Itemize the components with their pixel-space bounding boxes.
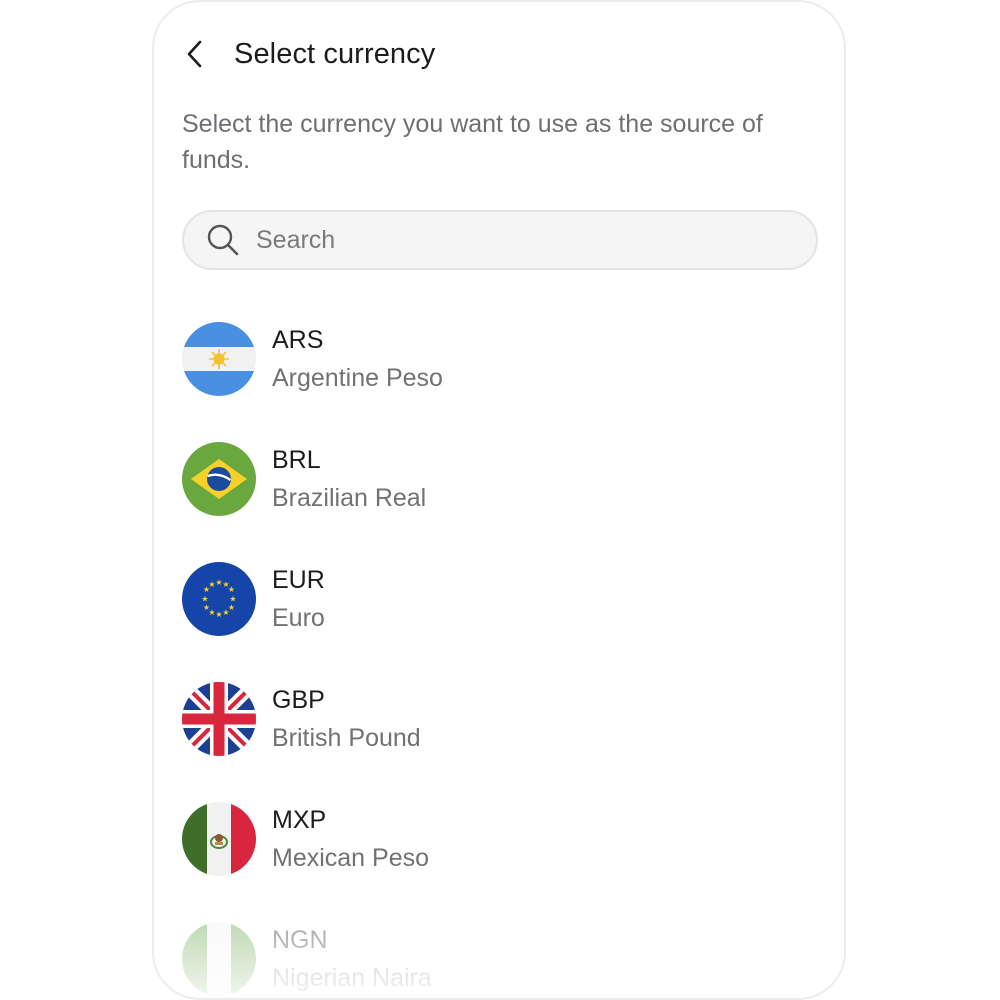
search-bar[interactable] bbox=[182, 210, 818, 270]
header: Select currency bbox=[184, 32, 784, 76]
currency-code: NGN bbox=[272, 926, 328, 954]
currency-text: MXP Mexican Peso bbox=[272, 801, 429, 877]
screen-container: Select currency Select the currency you … bbox=[152, 0, 846, 1000]
currency-text: EUR Euro bbox=[272, 561, 325, 637]
page-title: Select currency bbox=[234, 37, 436, 70]
currency-item-ars[interactable]: ARS Argentine Peso bbox=[182, 320, 818, 440]
search-icon bbox=[207, 224, 239, 256]
svg-text:★: ★ bbox=[222, 608, 229, 617]
currency-name: British Pound bbox=[272, 724, 421, 752]
currency-item-mxp[interactable]: MXP Mexican Peso bbox=[182, 800, 818, 920]
search-input[interactable] bbox=[256, 225, 776, 255]
chevron-left-icon bbox=[187, 40, 202, 68]
svg-text:★: ★ bbox=[203, 603, 210, 612]
currency-list: ARS Argentine Peso BRL Brazilian Real ★ … bbox=[182, 320, 818, 998]
currency-code: GBP bbox=[272, 686, 325, 714]
mexico-flag-icon bbox=[182, 802, 256, 876]
currency-text: NGN Nigerian Naira bbox=[272, 921, 432, 997]
currency-item-gbp[interactable]: GBP British Pound bbox=[182, 680, 818, 800]
currency-text: BRL Brazilian Real bbox=[272, 441, 426, 517]
currency-name: Nigerian Naira bbox=[272, 964, 432, 992]
page-description: Select the currency you want to use as t… bbox=[182, 110, 763, 174]
currency-name: Euro bbox=[272, 604, 325, 632]
uk-flag-icon bbox=[182, 682, 256, 756]
currency-code: MXP bbox=[272, 806, 327, 834]
back-button[interactable] bbox=[184, 32, 224, 76]
svg-text:★: ★ bbox=[228, 585, 235, 594]
nigeria-flag-icon bbox=[182, 922, 256, 996]
currency-code: EUR bbox=[272, 566, 325, 594]
currency-code: ARS bbox=[272, 326, 324, 354]
currency-name: Mexican Peso bbox=[272, 844, 430, 872]
brazil-flag-icon bbox=[182, 442, 256, 516]
argentina-flag-icon bbox=[182, 322, 256, 396]
currency-item-ngn[interactable]: NGN Nigerian Naira bbox=[182, 920, 818, 998]
currency-item-brl[interactable]: BRL Brazilian Real bbox=[182, 440, 818, 560]
currency-code: BRL bbox=[272, 446, 321, 474]
currency-name: Argentine Peso bbox=[272, 364, 443, 392]
eu-flag-icon: ★ ★ ★ ★ ★ ★ ★ ★ ★ ★ ★ ★ bbox=[182, 562, 256, 636]
currency-text: ARS Argentine Peso bbox=[272, 321, 443, 397]
svg-text:★: ★ bbox=[208, 580, 215, 589]
svg-text:★: ★ bbox=[201, 595, 208, 604]
currency-name: Brazilian Real bbox=[272, 484, 427, 512]
currency-item-eur[interactable]: ★ ★ ★ ★ ★ ★ ★ ★ ★ ★ ★ ★ EUR Euro bbox=[182, 560, 818, 680]
svg-text:★: ★ bbox=[215, 610, 222, 619]
currency-text: GBP British Pound bbox=[272, 681, 421, 757]
